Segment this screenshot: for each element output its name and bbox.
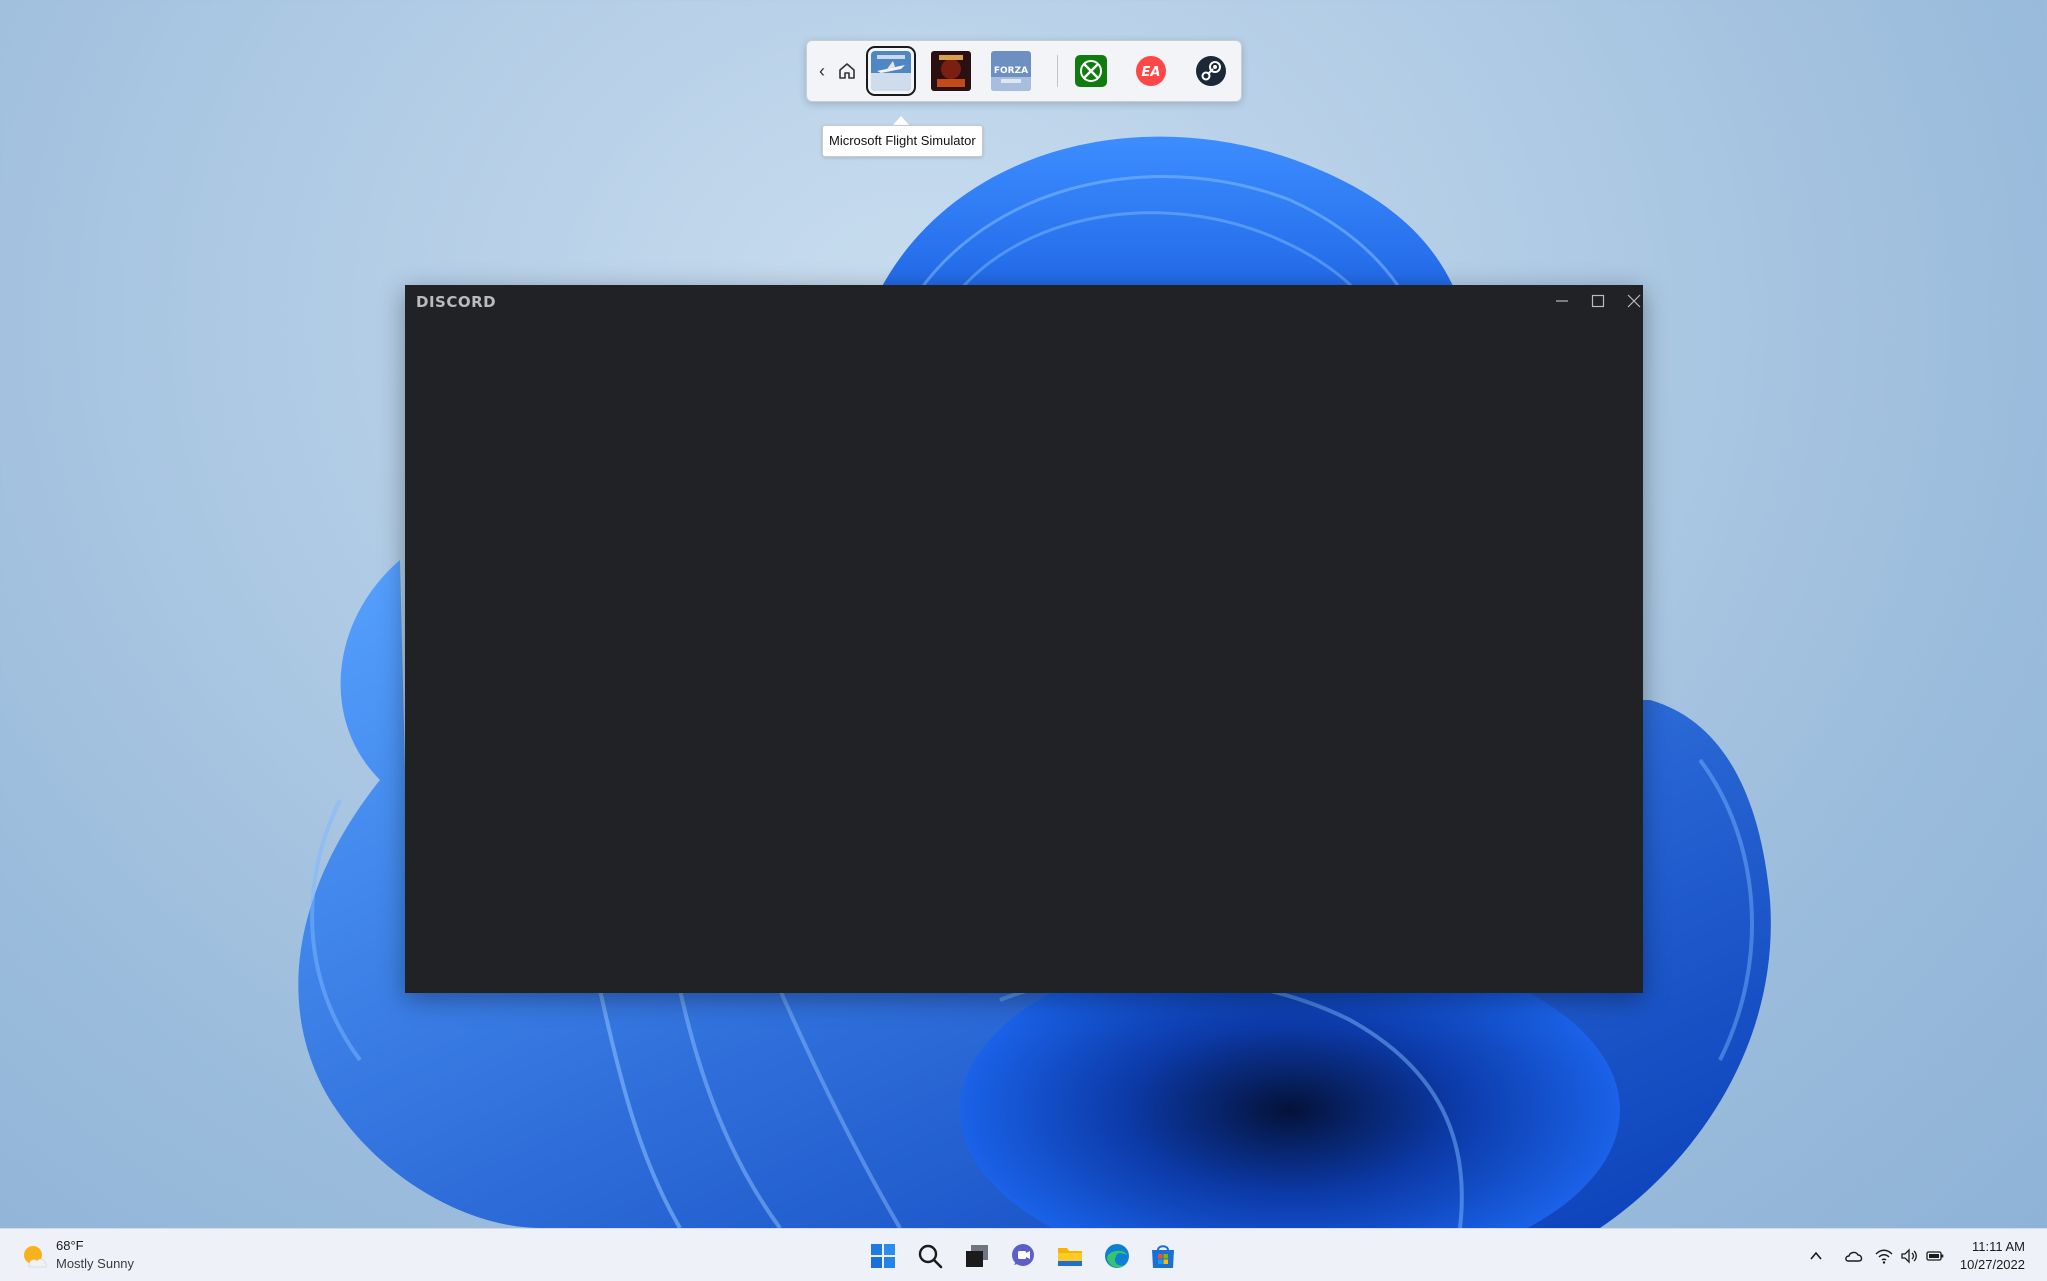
weather-sun-icon[interactable] (20, 1241, 50, 1271)
minimize-button[interactable] (1547, 289, 1577, 313)
game-tooltip: Microsoft Flight Simulator (822, 125, 983, 157)
battery-icon[interactable] (1925, 1247, 1945, 1265)
close-icon (1627, 294, 1641, 308)
tooltip-arrow (893, 116, 909, 125)
weather-temperature[interactable]: 68°F (56, 1238, 84, 1253)
clock-date[interactable]: 10/27/2022 (1960, 1257, 2025, 1272)
task-view-icon[interactable] (962, 1241, 992, 1271)
xbox-icon[interactable] (1075, 55, 1107, 87)
back-icon[interactable]: ‹ (819, 59, 833, 83)
maximize-button[interactable] (1583, 289, 1613, 313)
steam-icon[interactable] (1195, 55, 1227, 87)
chat-icon[interactable] (1008, 1241, 1038, 1271)
wifi-icon[interactable] (1874, 1247, 1894, 1265)
file-explorer-icon[interactable] (1055, 1241, 1085, 1271)
weather-description[interactable]: Mostly Sunny (56, 1256, 134, 1271)
edge-icon[interactable] (1102, 1241, 1132, 1271)
onedrive-icon[interactable] (1844, 1247, 1864, 1265)
maximize-icon (1591, 294, 1605, 308)
dark-game-tile[interactable] (931, 51, 971, 91)
discord-window[interactable]: DISCORD (405, 285, 1643, 993)
store-icon[interactable] (1148, 1241, 1178, 1271)
discord-title: DISCORD (416, 293, 497, 311)
flight-simulator-tile[interactable] (866, 46, 916, 96)
search-icon[interactable] (915, 1241, 945, 1271)
game-bar-separator (1057, 55, 1058, 87)
forza-tile[interactable]: FORZA (991, 51, 1031, 91)
home-icon[interactable] (835, 59, 859, 83)
close-button[interactable] (1619, 289, 1649, 313)
start-icon[interactable] (868, 1241, 898, 1271)
taskbar: 68°F Mostly Sunny 11:11 AM 10/27/2022 (0, 1228, 2047, 1281)
ea-label: EA (1142, 65, 1161, 80)
ea-icon[interactable]: EA (1135, 55, 1167, 87)
forza-tile-text: FORZA (994, 66, 1028, 76)
volume-icon[interactable] (1899, 1247, 1919, 1265)
clock-time[interactable]: 11:11 AM (1972, 1239, 2025, 1254)
minimize-icon (1556, 300, 1568, 302)
game-bar: ‹ FORZA EA (806, 40, 1242, 102)
chevron-up-icon[interactable] (1806, 1247, 1826, 1265)
